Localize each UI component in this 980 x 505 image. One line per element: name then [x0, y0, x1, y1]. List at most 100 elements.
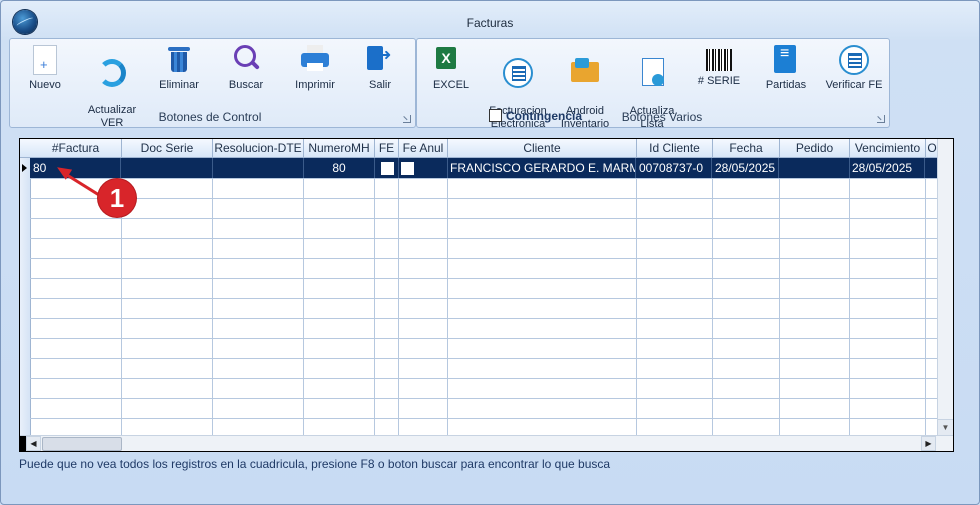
table-cell[interactable] — [122, 258, 213, 278]
table-cell[interactable] — [780, 298, 850, 318]
table-cell[interactable] — [304, 378, 375, 398]
table-row[interactable] — [30, 378, 938, 399]
table-cell[interactable] — [780, 338, 850, 358]
table-cell[interactable] — [213, 378, 304, 398]
salir-button[interactable]: Salir — [360, 43, 400, 92]
dialog-launcher-icon[interactable] — [403, 115, 411, 123]
table-row[interactable] — [30, 278, 938, 299]
col-header-fecha[interactable]: Fecha — [713, 139, 780, 157]
table-cell[interactable] — [780, 178, 850, 198]
eliminar-button[interactable]: Eliminar — [155, 43, 203, 92]
table-cell[interactable] — [713, 298, 780, 318]
table-cell[interactable] — [850, 198, 926, 218]
table-cell[interactable] — [448, 358, 637, 378]
table-cell[interactable] — [304, 238, 375, 258]
table-cell[interactable] — [213, 258, 304, 278]
android-inventario-button[interactable]: Android Inventario — [557, 43, 613, 144]
cell-fe[interactable] — [375, 158, 399, 178]
table-cell[interactable] — [30, 278, 122, 298]
table-cell[interactable] — [213, 318, 304, 338]
table-cell[interactable] — [637, 398, 713, 418]
table-cell[interactable] — [713, 218, 780, 238]
table-cell[interactable] — [213, 198, 304, 218]
table-cell[interactable] — [637, 218, 713, 238]
table-row[interactable] — [30, 398, 938, 419]
scroll-right-icon[interactable]: ▶ — [921, 436, 936, 451]
table-cell[interactable] — [780, 238, 850, 258]
table-cell[interactable] — [30, 318, 122, 338]
table-cell[interactable] — [213, 398, 304, 418]
table-row[interactable] — [30, 178, 938, 199]
table-cell[interactable] — [375, 358, 399, 378]
table-cell[interactable] — [448, 218, 637, 238]
table-cell[interactable] — [448, 178, 637, 198]
table-cell[interactable] — [399, 178, 448, 198]
table-row[interactable] — [30, 198, 938, 219]
table-cell[interactable] — [399, 258, 448, 278]
table-cell[interactable] — [30, 338, 122, 358]
table-cell[interactable] — [713, 258, 780, 278]
table-cell[interactable] — [122, 378, 213, 398]
table-cell[interactable] — [375, 178, 399, 198]
cell-vencimiento[interactable]: 28/05/2025 — [850, 158, 925, 178]
table-cell[interactable] — [30, 298, 122, 318]
table-cell[interactable] — [713, 338, 780, 358]
table-cell[interactable] — [375, 238, 399, 258]
scroll-left-icon[interactable]: ◀ — [26, 436, 41, 451]
cell-fe-anul[interactable] — [399, 158, 448, 178]
table-cell[interactable] — [713, 398, 780, 418]
table-cell[interactable] — [637, 358, 713, 378]
table-cell[interactable] — [637, 318, 713, 338]
nuevo-button[interactable]: Nuevo — [22, 43, 68, 92]
table-cell[interactable] — [448, 398, 637, 418]
table-cell[interactable] — [213, 238, 304, 258]
table-cell[interactable] — [122, 218, 213, 238]
table-cell[interactable] — [850, 338, 926, 358]
table-cell[interactable] — [637, 238, 713, 258]
table-cell[interactable] — [448, 378, 637, 398]
col-header-id-cliente[interactable]: Id Cliente — [637, 139, 713, 157]
table-cell[interactable] — [399, 298, 448, 318]
table-cell[interactable] — [448, 338, 637, 358]
cell-resolucion[interactable] — [213, 158, 304, 178]
cell-id-cliente[interactable]: 00708737-0 — [637, 158, 712, 178]
table-cell[interactable] — [375, 198, 399, 218]
table-cell[interactable] — [30, 218, 122, 238]
table-cell[interactable] — [30, 378, 122, 398]
table-cell[interactable] — [213, 278, 304, 298]
table-cell[interactable] — [399, 318, 448, 338]
table-cell[interactable] — [448, 258, 637, 278]
col-header-cliente[interactable]: Cliente — [448, 139, 637, 157]
imprimir-button[interactable]: Imprimir — [290, 43, 340, 92]
fe-checkbox[interactable] — [381, 162, 394, 175]
table-cell[interactable] — [399, 398, 448, 418]
cell-doc-serie[interactable] — [122, 158, 213, 178]
table-cell[interactable] — [304, 398, 375, 418]
table-cell[interactable] — [448, 318, 637, 338]
table-cell[interactable] — [399, 238, 448, 258]
table-cell[interactable] — [304, 198, 375, 218]
table-cell[interactable] — [850, 238, 926, 258]
table-cell[interactable] — [213, 298, 304, 318]
invoice-grid[interactable]: #Factura Doc Serie Resolucion-DTE Numero… — [19, 138, 954, 452]
table-cell[interactable] — [850, 398, 926, 418]
table-cell[interactable] — [780, 258, 850, 278]
table-cell[interactable] — [637, 278, 713, 298]
table-cell[interactable] — [637, 298, 713, 318]
table-cell[interactable] — [399, 218, 448, 238]
table-cell[interactable] — [713, 378, 780, 398]
verificar-fe-button[interactable]: Verificar FE — [821, 43, 887, 92]
table-cell[interactable] — [850, 218, 926, 238]
table-cell[interactable] — [399, 378, 448, 398]
contingencia-checkbox-box[interactable] — [489, 109, 502, 122]
table-cell[interactable] — [122, 398, 213, 418]
table-cell[interactable] — [850, 178, 926, 198]
table-cell[interactable] — [375, 278, 399, 298]
table-cell[interactable] — [713, 178, 780, 198]
cell-factura[interactable]: 80 — [30, 158, 121, 178]
cell-pedido[interactable] — [780, 158, 850, 178]
table-cell[interactable] — [30, 258, 122, 278]
table-cell[interactable] — [448, 298, 637, 318]
table-cell[interactable] — [399, 358, 448, 378]
table-cell[interactable] — [850, 358, 926, 378]
